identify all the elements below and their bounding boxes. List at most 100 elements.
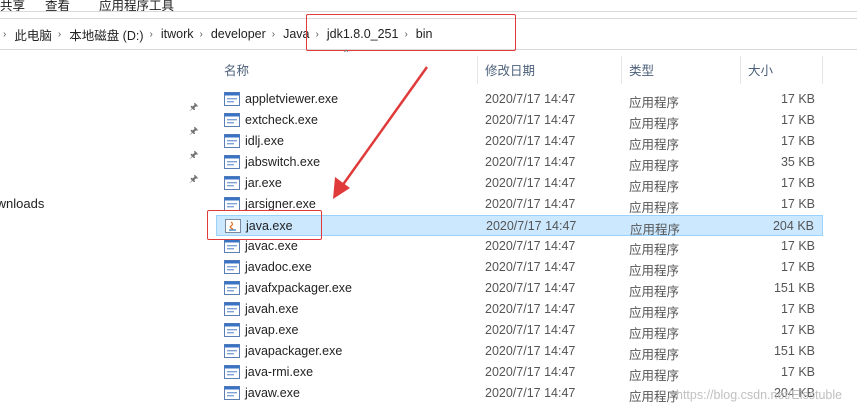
exe-app-icon <box>224 176 240 190</box>
file-date: 2020/7/17 14:47 <box>485 113 576 127</box>
file-name: javaw.exe <box>245 386 300 400</box>
file-date: 2020/7/17 14:47 <box>485 365 576 379</box>
file-type: 应用程序 <box>629 201 680 215</box>
annotation-box-java-exe <box>207 210 322 240</box>
chevron-right-icon[interactable]: › <box>144 29 161 40</box>
file-name: jar.exe <box>245 176 282 190</box>
exe-app-icon <box>224 386 240 400</box>
file-row[interactable]: javapackager.exe 2020/7/17 14:47 应用程序 151 K… <box>216 341 823 362</box>
pin-icon[interactable]: 🖈 <box>189 103 199 113</box>
chevron-right-icon[interactable]: › <box>0 29 14 40</box>
nav-item-label: Downloads <box>0 196 45 211</box>
file-type: 应用程序 <box>629 348 680 362</box>
column-header-name[interactable]: 名称 <box>224 60 249 79</box>
file-size: 204 KB <box>772 219 814 233</box>
exe-app-icon <box>224 113 240 127</box>
file-name: javac.exe <box>245 239 298 253</box>
file-type: 应用程序 <box>629 369 680 383</box>
file-size: 17 KB <box>780 134 815 148</box>
file-size: 17 KB <box>780 197 815 211</box>
file-type: 应用程序 <box>629 285 680 299</box>
file-name: idlj.exe <box>245 134 284 148</box>
file-row[interactable]: javah.exe 2020/7/17 14:47 应用程序 17 KB <box>216 299 823 320</box>
exe-app-icon <box>224 344 240 358</box>
file-date: 2020/7/17 14:47 <box>485 281 576 295</box>
chevron-right-icon[interactable]: › <box>194 29 211 40</box>
file-name: java-rmi.exe <box>245 365 314 379</box>
pin-icon[interactable]: 🖈 <box>189 175 199 185</box>
exe-app-icon <box>224 365 240 379</box>
pin-icon[interactable]: 🖈 <box>189 151 199 161</box>
column-divider[interactable] <box>740 56 741 84</box>
file-size: 17 KB <box>780 176 815 190</box>
file-type: 应用程序 <box>629 138 680 152</box>
navigation-pane: 🖈 🖈 🖈 🖈 Downloads <box>0 50 208 412</box>
file-size: 17 KB <box>780 113 815 127</box>
file-date: 2020/7/17 14:47 <box>485 260 576 274</box>
file-row[interactable]: jabswitch.exe 2020/7/17 14:47 应用程序 35 KB <box>216 152 823 173</box>
file-row[interactable]: javap.exe 2020/7/17 14:47 应用程序 17 KB <box>216 320 823 341</box>
file-size: 17 KB <box>780 92 815 106</box>
file-name: jabswitch.exe <box>245 155 321 169</box>
file-row[interactable]: idlj.exe 2020/7/17 14:47 应用程序 17 KB <box>216 131 823 152</box>
file-name: extcheck.exe <box>245 113 318 127</box>
file-row[interactable]: javafxpackager.exe 2020/7/17 14:47 应用程序 151… <box>216 278 823 299</box>
exe-app-icon <box>224 239 240 253</box>
breadcrumb-local-disk-d[interactable]: 本地磁盘 (D:) <box>69 25 143 44</box>
file-size: 35 KB <box>780 155 815 169</box>
file-size: 17 KB <box>780 323 815 337</box>
file-date: 2020/7/17 14:47 <box>485 323 576 337</box>
sort-ascending-icon: ⌃ <box>342 49 351 60</box>
exe-app-icon <box>224 155 240 169</box>
file-date: 2020/7/17 14:47 <box>485 302 576 316</box>
file-date: 2020/7/17 14:47 <box>485 197 576 211</box>
file-name: jarsigner.exe <box>245 197 316 211</box>
column-divider[interactable] <box>822 56 823 84</box>
file-date: 2020/7/17 14:47 <box>486 219 577 233</box>
chevron-right-icon[interactable]: › <box>266 29 283 40</box>
chevron-right-icon[interactable]: › <box>52 29 69 40</box>
breadcrumb-developer[interactable]: developer <box>211 27 266 41</box>
file-name: javadoc.exe <box>245 260 312 274</box>
file-name: javafxpackager.exe <box>245 281 353 295</box>
file-date: 2020/7/17 14:47 <box>485 155 576 169</box>
file-row[interactable]: appletviewer.exe 2020/7/17 14:47 应用程序 17 KB <box>216 89 823 110</box>
column-divider[interactable] <box>477 56 478 84</box>
nav-item-downloads[interactable]: Downloads <box>0 196 44 211</box>
ribbon-divider <box>0 11 857 12</box>
file-type: 应用程序 <box>629 96 680 110</box>
file-row[interactable]: jar.exe 2020/7/17 14:47 应用程序 17 KB <box>216 173 823 194</box>
breadcrumb-this-pc[interactable]: 此电脑 <box>14 25 52 44</box>
annotation-box-path <box>306 14 516 51</box>
file-type: 应用程序 <box>629 180 680 194</box>
file-row[interactable]: java-rmi.exe 2020/7/17 14:47 应用程序 17 KB <box>216 362 823 383</box>
file-name: javapackager.exe <box>245 344 343 358</box>
column-divider[interactable] <box>621 56 622 84</box>
pin-icon[interactable]: 🖈 <box>189 127 199 137</box>
file-size: 151 KB <box>773 281 815 295</box>
file-type: 应用程序 <box>629 264 680 278</box>
column-header-size[interactable]: 大小 <box>748 60 773 79</box>
exe-app-icon <box>224 323 240 337</box>
file-size: 17 KB <box>780 260 815 274</box>
file-name: javap.exe <box>245 323 299 337</box>
file-row[interactable]: extcheck.exe 2020/7/17 14:47 应用程序 17 KB <box>216 110 823 131</box>
file-date: 2020/7/17 14:47 <box>485 134 576 148</box>
file-type: 应用程序 <box>629 243 680 257</box>
exe-app-icon <box>224 260 240 274</box>
exe-app-icon <box>224 134 240 148</box>
column-header-date[interactable]: 修改日期 <box>485 60 535 79</box>
exe-app-icon <box>224 92 240 106</box>
file-size: 151 KB <box>773 344 815 358</box>
file-row[interactable]: javadoc.exe 2020/7/17 14:47 应用程序 17 KB <box>216 257 823 278</box>
file-date: 2020/7/17 14:47 <box>485 176 576 190</box>
exe-app-icon <box>224 302 240 316</box>
file-size: 17 KB <box>780 239 815 253</box>
exe-app-icon <box>224 281 240 295</box>
file-size: 17 KB <box>780 302 815 316</box>
file-date: 2020/7/17 14:47 <box>485 386 576 400</box>
breadcrumb-itwork[interactable]: itwork <box>161 27 194 41</box>
column-header-type[interactable]: 类型 <box>629 60 654 79</box>
file-name: appletviewer.exe <box>245 92 339 106</box>
watermark-text: https://blog.csdn.net/Eisstuble <box>676 388 843 402</box>
